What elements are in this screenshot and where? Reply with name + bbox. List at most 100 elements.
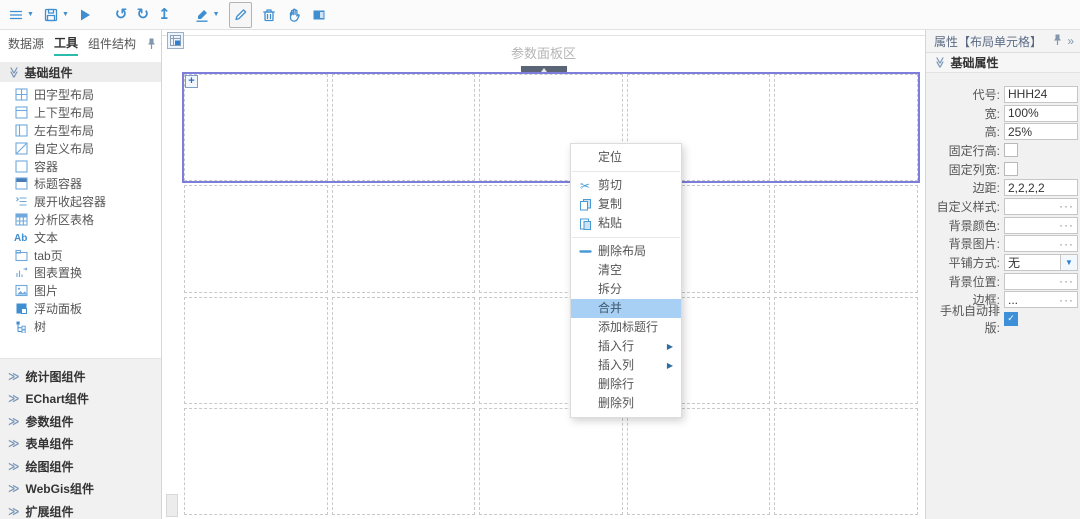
- section-header-param[interactable]: ≫参数组件: [0, 410, 161, 433]
- chevron-up-icon: [541, 68, 547, 72]
- menu-item-12[interactable]: 删除列: [571, 394, 681, 413]
- tile-mode-field[interactable]: 无▼: [1004, 254, 1078, 271]
- menu-item-6[interactable]: 拆分: [571, 280, 681, 299]
- menu-item-2[interactable]: 复制: [571, 195, 681, 214]
- fixed-col-width-checkbox[interactable]: [1004, 162, 1018, 176]
- run-button[interactable]: [78, 3, 92, 27]
- component-item-0[interactable]: 田字型布局: [0, 86, 161, 104]
- layout-row[interactable]: [182, 183, 920, 294]
- pan-button[interactable]: [286, 3, 302, 27]
- layout-cell[interactable]: [627, 408, 771, 515]
- section-header-ext[interactable]: ≫扩展组件: [0, 500, 161, 519]
- layout-cell[interactable]: [332, 297, 476, 404]
- component-item-13[interactable]: 树: [0, 317, 161, 335]
- component-item-10[interactable]: 图表置换: [0, 264, 161, 282]
- component-item-3[interactable]: 自定义布局: [0, 139, 161, 157]
- ellipsis-button[interactable]: ···: [1059, 274, 1074, 288]
- layout-cell[interactable]: [184, 297, 328, 404]
- ellipsis-button[interactable]: ···: [1059, 218, 1074, 232]
- section-header-webgis[interactable]: ≫WebGis组件: [0, 478, 161, 501]
- menu-item-4[interactable]: 删除布局: [571, 242, 681, 261]
- code-field[interactable]: HHH24: [1004, 86, 1078, 103]
- section-header-basic-properties[interactable]: ≫ 基础属性: [926, 53, 1080, 73]
- tab-datasource[interactable]: 数据源: [8, 31, 44, 55]
- margin-field[interactable]: 2,2,2,2: [1004, 179, 1078, 196]
- pin-icon[interactable]: [1052, 33, 1063, 49]
- menu-item-0[interactable]: 定位: [571, 148, 681, 167]
- menu-item-9[interactable]: 插入行▶: [571, 337, 681, 356]
- component-item-9[interactable]: tab页: [0, 246, 161, 264]
- mobile-auto-layout-checkbox[interactable]: ✓: [1004, 312, 1018, 326]
- layout-row[interactable]: [182, 406, 920, 517]
- caret-down-icon[interactable]: ▼: [213, 11, 220, 18]
- layout-row[interactable]: [182, 295, 920, 406]
- pin-icon[interactable]: [146, 37, 157, 50]
- menu-item-10[interactable]: 插入列▶: [571, 356, 681, 375]
- expand-panel-icon[interactable]: »: [1067, 34, 1074, 48]
- menu-item-1[interactable]: ✂剪切: [571, 176, 681, 195]
- layout-cell[interactable]: [184, 408, 328, 515]
- custom-style-field[interactable]: ···: [1004, 198, 1078, 215]
- ellipsis-button[interactable]: ···: [1059, 293, 1074, 307]
- layout-cell[interactable]: [774, 74, 918, 181]
- tab-structure[interactable]: 组件结构: [88, 31, 136, 55]
- panel-button[interactable]: [311, 3, 327, 27]
- menu-item-7[interactable]: 合并: [571, 299, 681, 318]
- drag-handle-icon[interactable]: +: [185, 75, 198, 88]
- ellipsis-button[interactable]: ···: [1059, 199, 1074, 213]
- section-header-form[interactable]: ≫表单组件: [0, 433, 161, 456]
- bg-color-field[interactable]: ···: [1004, 217, 1078, 234]
- layout-cell[interactable]: [184, 74, 328, 181]
- component-item-4[interactable]: 容器: [0, 157, 161, 175]
- width-field[interactable]: 100%: [1004, 105, 1078, 122]
- design-canvas[interactable]: 参数面板区 +: [162, 30, 925, 519]
- redo-button[interactable]: ↻: [136, 3, 149, 27]
- menu-item-3[interactable]: 粘贴: [571, 214, 681, 233]
- bg-image-field[interactable]: ···: [1004, 235, 1078, 252]
- section-header-draw[interactable]: ≫绘图组件: [0, 455, 161, 478]
- save-button[interactable]: ▼: [43, 3, 69, 27]
- tab-tools[interactable]: 工具: [54, 30, 78, 56]
- layout-cell[interactable]: [332, 408, 476, 515]
- property-fields: 代号:HHH24宽:100%高:25%固定行高:固定列宽:边距:2,2,2,2自…: [926, 73, 1080, 328]
- component-item-5[interactable]: 标题容器: [0, 175, 161, 193]
- component-item-6[interactable]: 展开收起容器: [0, 193, 161, 211]
- component-item-1[interactable]: 上下型布局: [0, 104, 161, 122]
- layout-cell[interactable]: [332, 74, 476, 181]
- layout-cell[interactable]: [774, 297, 918, 404]
- format-button[interactable]: ▼: [194, 3, 220, 27]
- dropdown-arrow-icon[interactable]: ▼: [1060, 255, 1077, 270]
- menu-item-8[interactable]: 添加标题行: [571, 318, 681, 337]
- border-field[interactable]: ...···: [1004, 291, 1078, 308]
- delete-button[interactable]: [261, 3, 277, 27]
- caret-down-icon[interactable]: ▼: [62, 11, 69, 18]
- menu-item-11[interactable]: 删除行: [571, 375, 681, 394]
- layout-row-selected[interactable]: +: [182, 72, 920, 183]
- section-header-echart[interactable]: ≫EChart组件: [0, 388, 161, 411]
- component-item-8[interactable]: Ab文本: [0, 228, 161, 246]
- component-item-11[interactable]: 图片: [0, 282, 161, 300]
- section-header-basic-components[interactable]: ≫ 基础组件: [0, 62, 161, 82]
- layout-cell[interactable]: [184, 185, 328, 292]
- upload-icon: ↥: [158, 7, 171, 23]
- menu-item-5[interactable]: 清空: [571, 261, 681, 280]
- undo-button[interactable]: ↺: [115, 3, 128, 27]
- caret-down-icon[interactable]: ▼: [27, 11, 34, 18]
- layout-cell[interactable]: [774, 408, 918, 515]
- ellipsis-button[interactable]: ···: [1059, 237, 1074, 251]
- component-item-12[interactable]: 浮动面板: [0, 300, 161, 318]
- layout-cell[interactable]: [774, 185, 918, 292]
- component-item-7[interactable]: 分析区表格: [0, 211, 161, 229]
- bg-position-field[interactable]: ···: [1004, 273, 1078, 290]
- section-header-statchart[interactable]: ≫统计图组件: [0, 365, 161, 388]
- edit-button[interactable]: [229, 2, 252, 28]
- layout-cell[interactable]: [479, 408, 623, 515]
- export-button[interactable]: ↥: [158, 3, 171, 27]
- layout-cell[interactable]: [332, 185, 476, 292]
- component-item-2[interactable]: 左右型布局: [0, 122, 161, 140]
- height-field[interactable]: 25%: [1004, 123, 1078, 140]
- menu-button[interactable]: ▼: [8, 3, 34, 27]
- fixed-row-height-checkbox[interactable]: [1004, 143, 1018, 157]
- scrollbar-corner[interactable]: [166, 494, 178, 517]
- pin-icon[interactable]: [1052, 33, 1063, 46]
